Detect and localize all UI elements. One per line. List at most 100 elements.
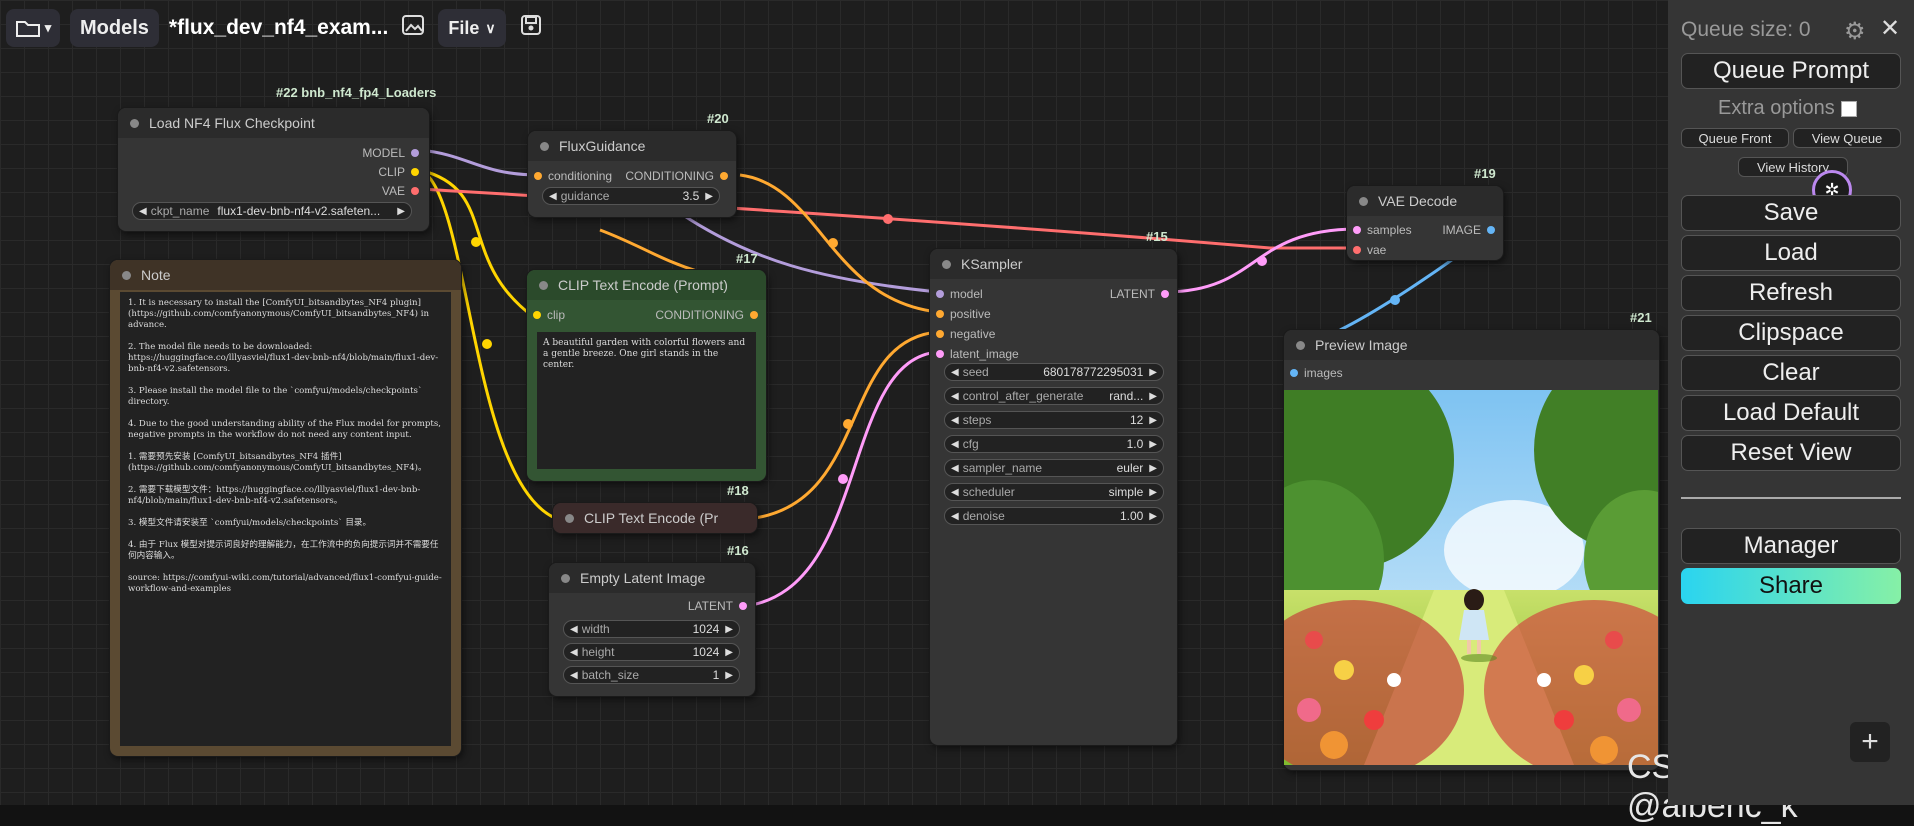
prompt-textarea[interactable]: A beautiful garden with colorful flowers…	[537, 332, 756, 469]
input-negative[interactable]: negative	[936, 327, 995, 341]
arrow-right-icon[interactable]: ▶	[1149, 439, 1157, 450]
clear-button[interactable]: Clear	[1681, 355, 1901, 391]
arrow-left-icon[interactable]: ◀	[951, 511, 959, 522]
output-conditioning[interactable]: CONDITIONING	[655, 308, 758, 322]
arrow-right-icon[interactable]: ▶	[1149, 415, 1157, 426]
arrow-left-icon[interactable]: ◀	[951, 415, 959, 426]
output-vae[interactable]: VAE	[382, 184, 419, 198]
input-vae[interactable]: vae	[1353, 243, 1386, 257]
reset-view-button[interactable]: Reset View	[1681, 435, 1901, 471]
node-id-18: #18	[727, 483, 749, 498]
arrow-right-icon[interactable]: ▶	[705, 191, 713, 202]
output-latent[interactable]: LATENT	[688, 599, 747, 613]
control-after-generate-combo[interactable]: ◀ control_after_generate rand... ▶	[944, 387, 1164, 405]
arrow-right-icon[interactable]: ▶	[1149, 463, 1157, 474]
preview-image-node[interactable]: Preview Image images	[1284, 330, 1659, 770]
queue-prompt-button[interactable]: Queue Prompt	[1681, 53, 1901, 89]
output-conditioning[interactable]: CONDITIONING	[625, 169, 728, 183]
input-images[interactable]: images	[1290, 366, 1343, 380]
refresh-button[interactable]: Refresh	[1681, 275, 1901, 311]
arrow-left-icon[interactable]: ◀	[951, 487, 959, 498]
collapse-dot-icon[interactable]	[122, 270, 131, 280]
share-button[interactable]: Share	[1681, 568, 1901, 604]
view-queue-button[interactable]: View Queue	[1793, 128, 1901, 148]
clip-text-encode-positive-node[interactable]: CLIP Text Encode (Prompt) clip CONDITION…	[527, 270, 766, 481]
vae-decode-node[interactable]: VAE Decode samples IMAGE vae	[1347, 186, 1503, 260]
arrow-left-icon[interactable]: ◀	[951, 439, 959, 450]
gear-icon[interactable]: ⚙	[1844, 17, 1866, 46]
arrow-left-icon[interactable]: ◀	[570, 647, 578, 658]
flux-guidance-node[interactable]: FluxGuidance conditioning CONDITIONING ◀…	[528, 131, 736, 217]
workflow-title[interactable]: *flux_dev_nf4_exam...	[169, 16, 388, 40]
seed-number[interactable]: ◀ seed 680178772295031 ▶	[944, 363, 1164, 381]
output-image[interactable]: IMAGE	[1442, 223, 1495, 237]
steps-number[interactable]: ◀ steps 12 ▶	[944, 411, 1164, 429]
arrow-left-icon[interactable]: ◀	[951, 367, 959, 378]
height-number[interactable]: ◀ height 1024 ▶	[563, 643, 740, 661]
arrow-left-icon[interactable]: ◀	[951, 463, 959, 474]
output-latent[interactable]: LATENT	[1110, 287, 1169, 301]
input-latent-image[interactable]: latent_image	[936, 347, 1019, 361]
output-model[interactable]: MODEL	[362, 146, 419, 160]
collapse-dot-icon[interactable]	[565, 513, 574, 523]
clip-text-encode-negative-node[interactable]: CLIP Text Encode (Pr	[553, 503, 757, 533]
load-default-button[interactable]: Load Default	[1681, 395, 1901, 431]
collapse-dot-icon[interactable]	[561, 573, 570, 583]
note-node[interactable]: Note 1. It is necessary to install the […	[110, 260, 461, 756]
load-nf4-checkpoint-node[interactable]: Load NF4 Flux Checkpoint MODEL CLIP VAE …	[118, 108, 429, 231]
arrow-left-icon[interactable]: ◀	[139, 206, 147, 217]
arrow-right-icon[interactable]: ▶	[397, 206, 405, 217]
width-number[interactable]: ◀ width 1024 ▶	[563, 620, 740, 638]
guidance-number[interactable]: ◀ guidance 3.5 ▶	[542, 187, 720, 205]
arrow-left-icon[interactable]: ◀	[549, 191, 557, 202]
scheduler-combo[interactable]: ◀ scheduler simple ▶	[944, 483, 1164, 501]
cfg-number[interactable]: ◀ cfg 1.0 ▶	[944, 435, 1164, 453]
arrow-right-icon[interactable]: ▶	[725, 670, 733, 681]
input-clip[interactable]: clip	[533, 308, 565, 322]
node-title: Empty Latent Image	[580, 570, 706, 586]
manager-button[interactable]: Manager	[1681, 528, 1901, 564]
input-samples[interactable]: samples	[1353, 223, 1412, 237]
plus-icon[interactable]: +	[1850, 722, 1890, 762]
close-icon[interactable]: ✕	[1880, 14, 1900, 43]
save-button[interactable]: Save	[1681, 195, 1901, 231]
arrow-right-icon[interactable]: ▶	[1149, 391, 1157, 402]
image-icon[interactable]	[398, 14, 428, 42]
batch-size-number[interactable]: ◀ batch_size 1 ▶	[563, 666, 740, 684]
sampler-name-combo[interactable]: ◀ sampler_name euler ▶	[944, 459, 1164, 477]
queue-front-button[interactable]: Queue Front	[1681, 128, 1789, 148]
arrow-right-icon[interactable]: ▶	[725, 647, 733, 658]
save-disk-icon[interactable]	[516, 14, 546, 42]
collapse-dot-icon[interactable]	[1296, 340, 1305, 350]
ksampler-node[interactable]: KSampler model LATENT positive negative …	[930, 249, 1177, 745]
output-clip[interactable]: CLIP	[378, 165, 419, 179]
slot-label: negative	[950, 327, 996, 341]
note-textarea[interactable]: 1. It is necessary to install the [Comfy…	[120, 292, 451, 746]
load-button[interactable]: Load	[1681, 235, 1901, 271]
node-canvas[interactable]: ▾ Models *flux_dev_nf4_exam... File ∨ #2…	[0, 0, 1798, 825]
input-conditioning[interactable]: conditioning	[534, 169, 612, 183]
arrow-left-icon[interactable]: ◀	[570, 624, 578, 635]
denoise-number[interactable]: ◀ denoise 1.00 ▶	[944, 507, 1164, 525]
collapse-dot-icon[interactable]	[942, 259, 951, 269]
collapse-dot-icon[interactable]	[540, 141, 549, 151]
node-id-16: #16	[727, 543, 749, 558]
arrow-right-icon[interactable]: ▶	[725, 624, 733, 635]
ckpt-name-combo[interactable]: ◀ ckpt_name flux1-dev-bnb-nf4-v2.safeten…	[132, 202, 412, 220]
input-positive[interactable]: positive	[936, 307, 991, 321]
collapse-dot-icon[interactable]	[130, 118, 139, 128]
clipspace-button[interactable]: Clipspace	[1681, 315, 1901, 351]
extra-options-checkbox[interactable]	[1840, 100, 1857, 117]
input-model[interactable]: model	[936, 287, 983, 301]
arrow-left-icon[interactable]: ◀	[570, 670, 578, 681]
collapse-dot-icon[interactable]	[1359, 196, 1368, 206]
arrow-right-icon[interactable]: ▶	[1149, 487, 1157, 498]
empty-latent-image-node[interactable]: Empty Latent Image LATENT ◀ width 1024 ▶ ◀ h…	[549, 563, 755, 696]
arrow-left-icon[interactable]: ◀	[951, 391, 959, 402]
models-button[interactable]: Models	[70, 9, 159, 47]
file-menu-button[interactable]: File ∨	[438, 9, 506, 47]
arrow-right-icon[interactable]: ▶	[1149, 511, 1157, 522]
arrow-right-icon[interactable]: ▶	[1149, 367, 1157, 378]
workflows-button[interactable]: ▾	[6, 9, 60, 47]
collapse-dot-icon[interactable]	[539, 280, 548, 290]
